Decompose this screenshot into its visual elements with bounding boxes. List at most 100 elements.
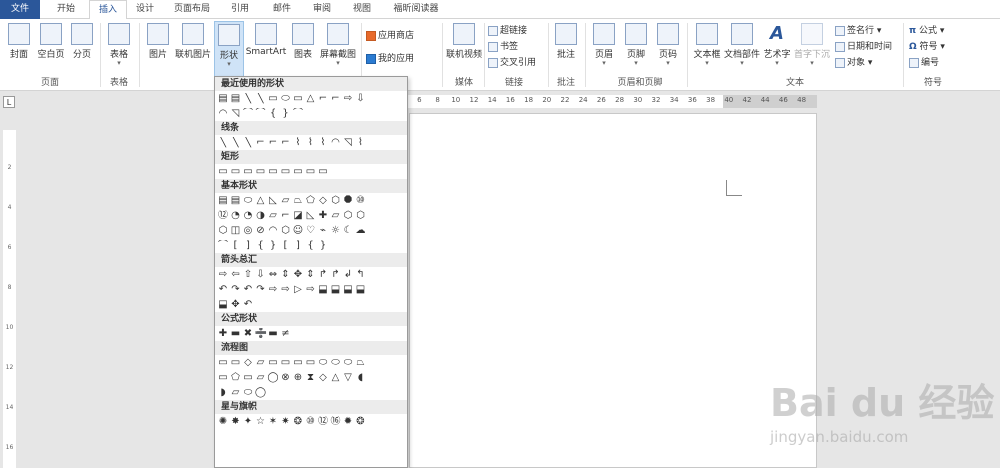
shape-icon[interactable]: ≠ xyxy=(280,328,292,340)
shape-icon[interactable]: ⬭ xyxy=(330,357,342,369)
shape-icon[interactable]: ⬓ xyxy=(217,299,229,311)
shape-icon[interactable]: ▬ xyxy=(267,328,279,340)
shape-icon[interactable]: } xyxy=(317,240,329,252)
tab-view[interactable]: 视图 xyxy=(346,0,378,19)
shape-icon[interactable]: ▭ xyxy=(292,166,304,178)
shape-icon[interactable]: ▱ xyxy=(255,357,267,369)
shape-icon[interactable]: ⇨ xyxy=(305,284,317,296)
chart-button[interactable]: 图表 xyxy=(288,23,318,60)
quick-parts-button[interactable]: 文档部件 ▾ xyxy=(724,23,760,67)
shape-icon[interactable]: [ xyxy=(230,240,242,252)
shape-icon[interactable]: ▭ xyxy=(280,166,292,178)
tab-home[interactable]: 开始 xyxy=(46,0,86,19)
shape-icon[interactable]: ◔ xyxy=(242,210,254,222)
shape-icon[interactable]: ◫ xyxy=(230,225,242,237)
shape-icon[interactable]: ⧗ xyxy=(305,372,317,384)
shape-icon[interactable]: ⯃ xyxy=(342,195,354,207)
shape-icon[interactable]: ⬡ xyxy=(217,225,229,237)
object-button[interactable]: 对象 ▾ xyxy=(835,56,872,70)
vertical-ruler[interactable]: 2 4 6 8 10 12 14 16 xyxy=(3,130,16,468)
shape-icon[interactable]: ⌇ xyxy=(317,137,329,149)
shape-icon[interactable]: ⏢ xyxy=(355,357,367,369)
shape-icon[interactable]: } xyxy=(280,108,292,120)
my-apps-button[interactable]: 我的应用 xyxy=(366,52,414,66)
shape-icon[interactable]: ⌒ xyxy=(242,108,254,120)
shape-icon[interactable]: ➗ xyxy=(255,328,267,340)
shape-icon[interactable]: } xyxy=(267,240,279,252)
shape-icon[interactable]: ⑩ xyxy=(355,195,367,207)
picture-button[interactable]: 图片 xyxy=(143,23,173,60)
shape-icon[interactable]: ⇕ xyxy=(280,269,292,281)
shape-icon[interactable]: ▱ xyxy=(330,210,342,222)
tab-review[interactable]: 审阅 xyxy=(306,0,338,19)
shape-icon[interactable]: ⊕ xyxy=(292,372,304,384)
shape-icon[interactable]: ❂ xyxy=(355,416,367,428)
shape-icon[interactable]: △ xyxy=(330,372,342,384)
shape-icon[interactable]: ⬡ xyxy=(280,225,292,237)
shape-icon[interactable]: ╲ xyxy=(230,137,242,149)
shape-icon[interactable]: ◎ xyxy=(242,225,254,237)
shape-icon[interactable]: ▭ xyxy=(317,166,329,178)
online-picture-button[interactable]: 联机图片 xyxy=(173,23,213,60)
shape-icon[interactable]: ✶ xyxy=(267,416,279,428)
document-page[interactable] xyxy=(409,113,817,468)
shape-icon[interactable]: ⬓ xyxy=(355,284,367,296)
shape-icon[interactable]: ☼ xyxy=(330,225,342,237)
shape-icon[interactable]: ▭ xyxy=(217,372,229,384)
shape-icon[interactable]: ⇨ xyxy=(217,269,229,281)
shape-icon[interactable]: ⇔ xyxy=(267,269,279,281)
shape-icon[interactable]: ♡ xyxy=(305,225,317,237)
shape-icon[interactable]: ▭ xyxy=(292,357,304,369)
tab-selector[interactable]: L xyxy=(3,96,15,108)
bookmark-button[interactable]: 书签 xyxy=(488,40,518,54)
shape-icon[interactable]: ⌒ xyxy=(217,240,229,252)
shape-icon[interactable]: ☁ xyxy=(355,225,367,237)
shape-icon[interactable]: ✖ xyxy=(242,328,254,340)
shape-icon[interactable]: ◪ xyxy=(292,210,304,222)
hyperlink-button[interactable]: 超链接 xyxy=(488,24,527,38)
page-break-button[interactable]: 分页 xyxy=(68,23,96,60)
shape-icon[interactable]: ❂ xyxy=(292,416,304,428)
date-time-button[interactable]: 日期和时间 xyxy=(835,40,892,54)
shape-icon[interactable]: ▱ xyxy=(267,210,279,222)
shape-icon[interactable]: ⌁ xyxy=(317,225,329,237)
tab-foxit[interactable]: 福昕阅读器 xyxy=(386,0,446,19)
shape-icon[interactable]: ⌇ xyxy=(292,137,304,149)
tab-references[interactable]: 引用 xyxy=(224,0,256,19)
cover-page-button[interactable]: 封面 xyxy=(4,23,34,60)
shape-icon[interactable]: ▭ xyxy=(255,166,267,178)
shape-icon[interactable]: ⬡ xyxy=(342,210,354,222)
shape-icon[interactable]: ⬭ xyxy=(342,357,354,369)
shape-icon[interactable]: ⌐ xyxy=(330,93,342,105)
shape-icon[interactable]: ▭ xyxy=(242,372,254,384)
page-number-button[interactable]: 页码 ▾ xyxy=(654,23,682,67)
shape-icon[interactable]: ▤ xyxy=(230,93,242,105)
horizontal-ruler[interactable]: 2468101214161820222426283032343638404244… xyxy=(380,95,817,108)
shape-icon[interactable]: ◠ xyxy=(217,108,229,120)
app-store-button[interactable]: 应用商店 xyxy=(366,29,414,43)
shape-icon[interactable]: ↱ xyxy=(330,269,342,281)
shape-icon[interactable]: ⬓ xyxy=(342,284,354,296)
shape-icon[interactable]: ⌒ xyxy=(255,108,267,120)
shape-icon[interactable]: ⑩ xyxy=(305,416,317,428)
shape-icon[interactable]: ✚ xyxy=(217,328,229,340)
tab-layout[interactable]: 页面布局 xyxy=(166,0,218,19)
shape-icon[interactable]: ▭ xyxy=(217,357,229,369)
shape-icon[interactable]: ✚ xyxy=(317,210,329,222)
shape-icon[interactable]: ⬠ xyxy=(230,372,242,384)
shape-icon[interactable]: ⊘ xyxy=(255,225,267,237)
shape-icon[interactable]: ⑫ xyxy=(317,416,329,428)
shape-icon[interactable]: ▭ xyxy=(267,357,279,369)
shape-icon[interactable]: ☺ xyxy=(292,225,304,237)
shape-icon[interactable]: ⌐ xyxy=(255,137,267,149)
shape-icon[interactable]: ☆ xyxy=(255,416,267,428)
shape-icon[interactable]: ◯ xyxy=(267,372,279,384)
shape-icon[interactable]: ↷ xyxy=(255,284,267,296)
shape-icon[interactable]: ▭ xyxy=(305,166,317,178)
shape-icon[interactable]: ◔ xyxy=(230,210,242,222)
numbering-button[interactable]: 编号 xyxy=(909,56,939,70)
symbol-button[interactable]: Ω 符号 ▾ xyxy=(909,40,945,54)
shape-icon[interactable]: ↰ xyxy=(355,269,367,281)
equation-button[interactable]: π 公式 ▾ xyxy=(909,24,944,38)
shape-icon[interactable]: ◯ xyxy=(255,387,267,399)
